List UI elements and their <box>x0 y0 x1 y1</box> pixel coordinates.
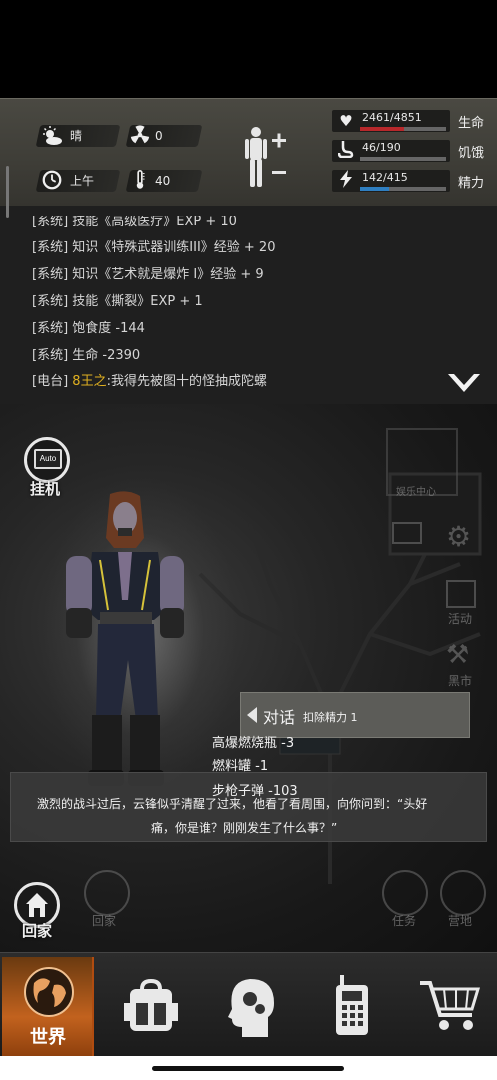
mail-icon[interactable] <box>392 522 422 544</box>
radio-icon <box>336 975 368 1035</box>
hunger-label: 饥饿 <box>458 146 485 161</box>
heart-icon: ♥ <box>339 112 353 130</box>
dialog-label: 对话 <box>263 708 296 727</box>
clock-icon <box>40 169 64 193</box>
auto-idle-button[interactable]: Auto <box>24 437 70 483</box>
stamina-stat: 142/415 精力 <box>332 168 492 194</box>
stamina-label: 精力 <box>458 176 485 191</box>
health-stat: ♥ 2461/4851 生命 <box>332 108 492 134</box>
nav-skills[interactable] <box>206 957 298 1057</box>
hammer-icon[interactable]: ⚒ <box>446 640 469 670</box>
house-icon <box>26 893 48 917</box>
radio-speaker[interactable]: 8王之 <box>72 374 106 389</box>
stamina-value: 142/415 <box>362 171 408 184</box>
radiation-value: 0 <box>155 129 163 143</box>
dialog-cost: 扣除精力 1 <box>303 711 358 724</box>
hunger-stat: 46/190 饥饿 <box>332 138 492 164</box>
item-loss: 步枪子弹 -103 <box>212 784 298 799</box>
entertainment-label: 娱乐中心 <box>396 487 436 498</box>
nav-backpack[interactable] <box>104 957 196 1057</box>
black-market-label: 黑市 <box>448 674 473 688</box>
camp-button[interactable] <box>440 870 486 916</box>
home-label: 回家 <box>22 922 53 940</box>
message-log[interactable]: [系统] 技能《高级医疗》EXP + 10 [系统] 知识《特殊武器训练III》… <box>0 206 497 404</box>
item-loss: 高爆燃烧瓶 -3 <box>212 736 295 751</box>
home-indicator[interactable] <box>152 1066 344 1071</box>
log-line: [系统] 饱食度 -144 <box>32 321 145 336</box>
nav-shop[interactable] <box>404 957 496 1057</box>
narration-line: 痛，你是谁？刚刚发生了什么事？” <box>151 821 338 835</box>
weather-icon <box>40 124 64 148</box>
gear-icon[interactable]: ⚙ <box>446 520 471 553</box>
hunger-value: 46/190 <box>362 141 401 154</box>
weather-value: 晴 <box>70 129 83 143</box>
log-line: [系统] 知识《特殊武器训练III》经验 + 20 <box>32 240 276 255</box>
time-value: 上午 <box>70 174 95 188</box>
auto-monitor-icon: Auto <box>34 449 62 469</box>
log-scrollbar[interactable] <box>6 166 9 218</box>
task-button[interactable] <box>382 870 428 916</box>
health-label: 生命 <box>458 116 485 131</box>
radiation-icon <box>128 124 152 148</box>
nav-world[interactable]: 世界 <box>2 957 94 1057</box>
nav-radio[interactable] <box>306 957 398 1057</box>
left-arrow-icon <box>247 707 257 723</box>
character-avatar[interactable] <box>62 490 192 790</box>
health-bar-fill <box>360 127 404 131</box>
shopping-cart-icon <box>420 981 480 1030</box>
auto-idle-label: 挂机 <box>30 480 61 498</box>
temperature-value: 40 <box>155 174 171 188</box>
camp-label: 营地 <box>448 914 473 928</box>
expand-log-chevron-icon[interactable] <box>446 372 482 396</box>
stamina-bar-fill <box>360 187 390 191</box>
task-label: 任务 <box>392 914 417 928</box>
hunger-bar-fill <box>360 157 381 161</box>
radio-message: [电台] 8王之:我得先被图十的怪抽成陀螺 <box>32 370 267 389</box>
home-faded-label: 回家 <box>92 914 117 928</box>
top-blank-area <box>0 0 497 98</box>
backpack-icon <box>124 979 178 1031</box>
radio-prefix: [电台] <box>32 374 69 389</box>
home-faded-button <box>84 870 130 916</box>
stomach-icon <box>336 140 356 162</box>
log-line: [系统] 生命 -2390 <box>32 348 141 363</box>
radio-text: :我得先被图十的怪抽成陀螺 <box>106 374 267 389</box>
gift-icon[interactable] <box>446 580 476 608</box>
body-status-button[interactable] <box>240 124 290 194</box>
log-line: [系统] 技能《高级医疗》EXP + 10 <box>32 214 237 229</box>
nav-world-label: 世界 <box>30 1027 66 1048</box>
thermometer-icon <box>128 169 152 193</box>
lightning-icon <box>336 170 356 192</box>
log-line: [系统] 技能《撕裂》EXP + 1 <box>32 294 203 309</box>
bottom-nav: 世界 <box>0 952 497 1057</box>
gift-label: 活动 <box>448 612 473 626</box>
globe-icon <box>24 967 74 1017</box>
skills-head-icon <box>228 979 274 1037</box>
log-line: [系统] 知识《艺术就是爆炸 I》经验 + 9 <box>32 267 264 282</box>
health-value: 2461/4851 <box>362 111 422 124</box>
